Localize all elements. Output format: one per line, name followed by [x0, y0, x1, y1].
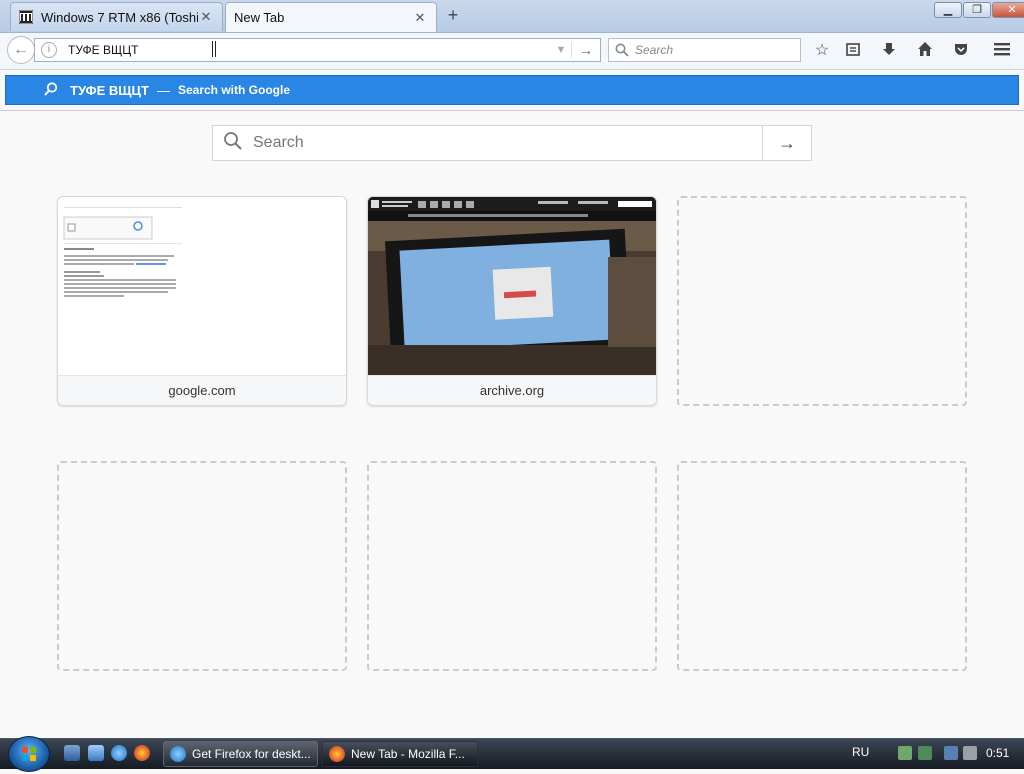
ie-icon — [170, 746, 186, 762]
clock[interactable]: 0:51 — [986, 746, 1009, 760]
suggestion-term: ТУФЕ ВЩЦТ — [70, 82, 149, 98]
tile-title: google.com — [58, 375, 346, 405]
tile-archive[interactable]: archive.org — [367, 196, 657, 406]
autocomplete-popup: ТУФЕ ВЩЦТ — Search with Google — [0, 70, 1024, 111]
ie-icon[interactable] — [111, 745, 127, 761]
close-window-button[interactable]: ✕ — [992, 2, 1024, 18]
start-button[interactable] — [8, 736, 50, 772]
tab-strip: Windows 7 RTM x86 (Toshi... ✕ New Tab ✕ … — [0, 0, 1024, 33]
tab-label: Windows 7 RTM x86 (Toshi... — [41, 9, 198, 25]
url-bar[interactable]: i ТУФЕ ВЩЦТ ▼ → — [34, 38, 601, 62]
archive-icon — [19, 10, 33, 24]
tile-empty — [677, 461, 967, 671]
newtab-search-box[interactable]: Search → — [212, 125, 812, 161]
task-label: New Tab - Mozilla F... — [351, 747, 465, 761]
newtab-search-input[interactable]: Search — [253, 134, 762, 152]
tile-thumbnail — [368, 197, 656, 375]
tray-shield-icon[interactable] — [918, 746, 932, 760]
close-tab-icon[interactable]: ✕ — [412, 10, 428, 26]
search-icon — [213, 131, 253, 156]
newtab-search-go-button[interactable]: → — [762, 126, 811, 160]
go-button[interactable]: → — [571, 42, 600, 58]
close-tab-icon[interactable]: ✕ — [198, 9, 214, 25]
firefox-icon — [329, 746, 345, 762]
tab-new-tab[interactable]: New Tab ✕ — [225, 2, 437, 32]
switch-windows-icon[interactable] — [88, 745, 104, 761]
info-icon[interactable]: i — [41, 42, 57, 58]
taskbar-button-firefox[interactable]: New Tab - Mozilla F... — [322, 741, 478, 767]
network-icon[interactable] — [944, 746, 958, 760]
navigation-toolbar: ← i ТУФЕ ВЩЦТ ▼ → Search ☆ — [0, 33, 1024, 70]
tile-empty — [677, 196, 967, 406]
home-icon[interactable] — [915, 41, 935, 61]
tab-windows7-archive[interactable]: Windows 7 RTM x86 (Toshi... ✕ — [10, 2, 223, 31]
back-button[interactable]: ← — [7, 36, 35, 64]
task-label: Get Firefox for deskt... — [192, 747, 311, 761]
dropmarker-icon[interactable]: ▼ — [551, 44, 571, 56]
reading-list-icon[interactable] — [843, 41, 863, 61]
menu-icon[interactable] — [992, 41, 1012, 61]
windows-logo-icon — [22, 747, 36, 761]
taskbar: Get Firefox for deskt... New Tab - Mozil… — [0, 736, 1024, 772]
suggestion-action: Search with Google — [177, 83, 291, 97]
tab-label: New Tab — [234, 10, 285, 25]
downloads-icon[interactable] — [879, 41, 899, 61]
tray-app-icon[interactable] — [898, 746, 912, 760]
tile-google[interactable]: google.com — [57, 196, 347, 406]
suggestion-separator: — — [156, 82, 170, 98]
arrow-left-icon: ← — [13, 41, 29, 58]
restore-button[interactable]: ❐ — [963, 2, 991, 18]
firefox-icon[interactable] — [134, 745, 150, 761]
new-tab-button[interactable]: + — [443, 6, 463, 26]
taskbar-button-ie[interactable]: Get Firefox for deskt... — [163, 741, 318, 767]
tile-title: archive.org — [368, 375, 656, 405]
search-placeholder: Search — [635, 43, 674, 57]
minimize-button[interactable]: ▁ — [934, 2, 962, 18]
tile-thumbnail — [58, 197, 346, 375]
search-icon — [44, 81, 60, 99]
i-beam-cursor — [212, 41, 216, 57]
show-desktop-icon[interactable] — [64, 745, 80, 761]
language-indicator[interactable]: RU — [852, 745, 869, 759]
url-input[interactable]: ТУФЕ ВЩЦТ — [68, 43, 551, 57]
search-icon — [615, 43, 629, 57]
pocket-icon[interactable] — [951, 41, 971, 61]
search-bar[interactable]: Search — [608, 38, 801, 62]
tile-empty — [367, 461, 657, 671]
bookmark-star-icon[interactable]: ☆ — [812, 41, 832, 61]
search-suggestion-row[interactable]: ТУФЕ ВЩЦТ — Search with Google — [5, 75, 1019, 105]
volume-muted-icon[interactable] — [963, 746, 977, 760]
tile-empty — [57, 461, 347, 671]
